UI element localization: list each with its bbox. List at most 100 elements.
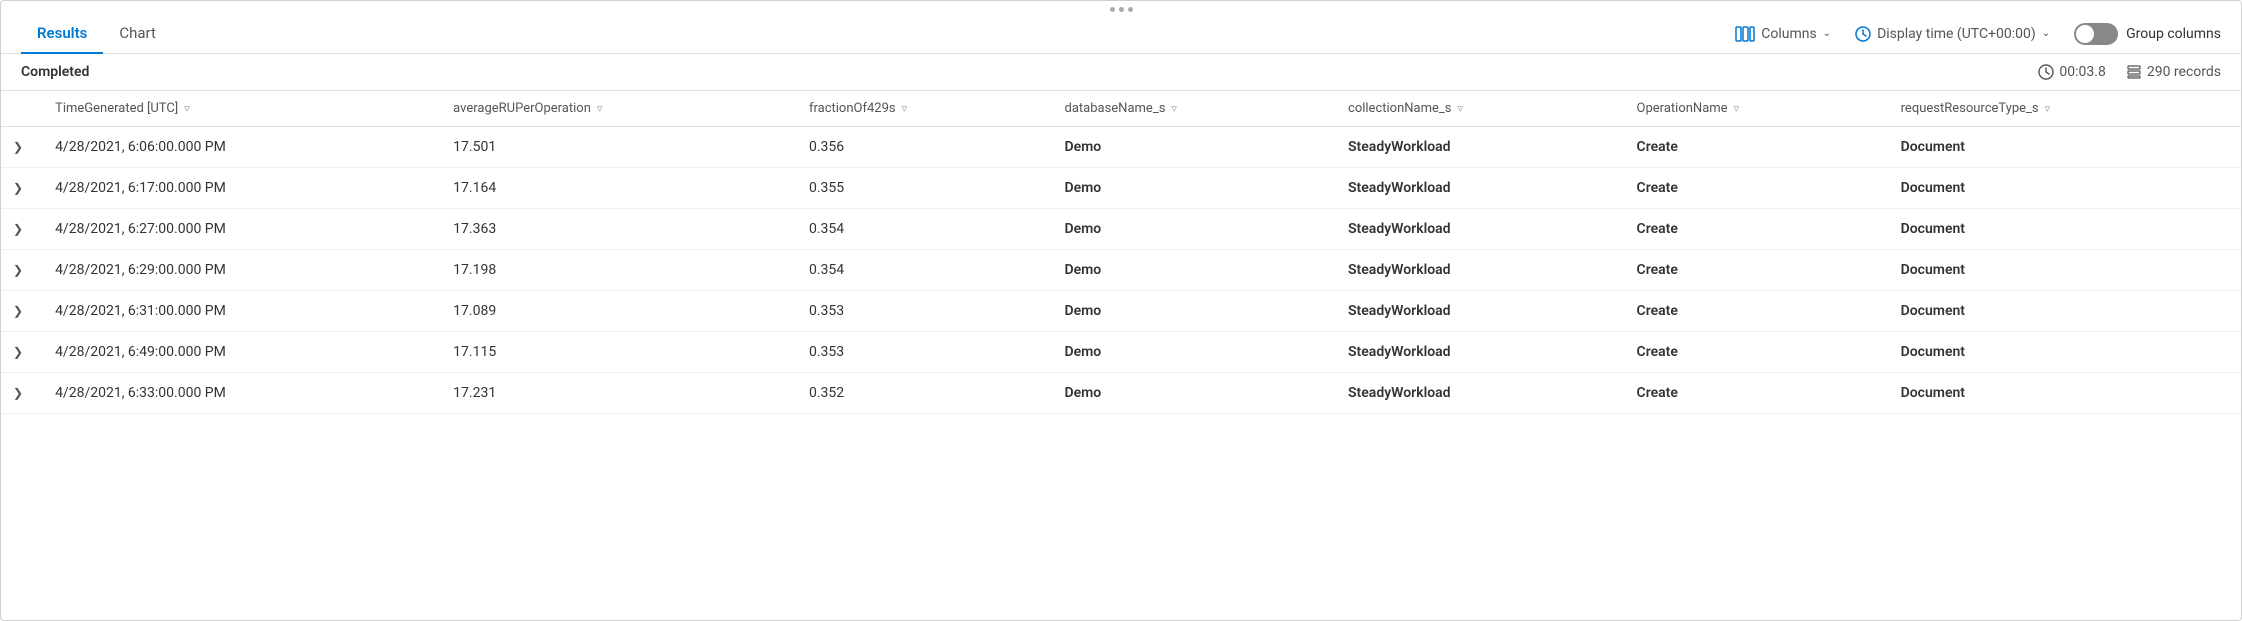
status-bar: Completed 00:03.8 290 records xyxy=(1,54,2241,91)
toolbar: Columns ⌄ Display time (UTC+00:00) ⌄ Gro… xyxy=(1735,23,2221,45)
cell-fractionof: 0.355 xyxy=(793,168,1049,209)
cell-requestresource: Document xyxy=(1885,291,2241,332)
clock-icon xyxy=(1855,26,1871,42)
cell-timegenerated: 4/28/2021, 6:29:00.000 PM xyxy=(39,250,437,291)
cell-operationname: Create xyxy=(1621,168,1885,209)
cell-requestresource: Document xyxy=(1885,332,2241,373)
table-row: ❯ 4/28/2021, 6:33:00.000 PM17.2310.352Dem… xyxy=(1,373,2241,414)
group-columns-label: Group columns xyxy=(2126,26,2221,42)
cell-requestresource: Document xyxy=(1885,250,2241,291)
expand-button[interactable]: ❯ xyxy=(13,386,23,400)
expand-button[interactable]: ❯ xyxy=(13,304,23,318)
table-row: ❯ 4/28/2021, 6:49:00.000 PM17.1150.353Dem… xyxy=(1,332,2241,373)
tab-bar: Results Chart Columns ⌄ xyxy=(1,14,2241,54)
status-text: Completed xyxy=(21,64,2038,80)
col-requestresource: requestResourceType_s ▿ xyxy=(1885,91,2241,127)
expand-button[interactable]: ❯ xyxy=(13,181,23,195)
group-columns-toggle[interactable] xyxy=(2074,23,2118,45)
cell-databasename: Demo xyxy=(1048,332,1332,373)
cell-collectionname: SteadyWorkload xyxy=(1332,209,1621,250)
expand-button[interactable]: ❯ xyxy=(13,263,23,277)
cell-operationname: Create xyxy=(1621,127,1885,168)
expand-button[interactable]: ❯ xyxy=(13,140,23,154)
col-timegenerated: TimeGenerated [UTC] ▿ xyxy=(39,91,437,127)
cell-databasename: Demo xyxy=(1048,373,1332,414)
table-container: TimeGenerated [UTC] ▿ averageRUPerOperat… xyxy=(1,91,2241,620)
tab-chart[interactable]: Chart xyxy=(103,14,172,54)
display-time-button[interactable]: Display time (UTC+00:00) ⌄ xyxy=(1855,26,2050,42)
filter-averageru-icon[interactable]: ▿ xyxy=(597,102,603,115)
cell-requestresource: Document xyxy=(1885,127,2241,168)
col-operationname: OperationName ▿ xyxy=(1621,91,1885,127)
col-databasename: databaseName_s ▿ xyxy=(1048,91,1332,127)
cell-operationname: Create xyxy=(1621,250,1885,291)
cell-averageru: 17.115 xyxy=(437,332,793,373)
table-row: ❯4/28/2021, 6:27:00.000 PM17.3630.354Dem… xyxy=(1,209,2241,250)
cell-fractionof: 0.353 xyxy=(793,332,1049,373)
cell-collectionname: SteadyWorkload xyxy=(1332,291,1621,332)
table-row: ❯4/28/2021, 6:17:00.000 PM17.1640.355Dem… xyxy=(1,168,2241,209)
cell-averageru: 17.363 xyxy=(437,209,793,250)
dot-1 xyxy=(1110,7,1115,12)
cell-timegenerated: 4/28/2021, 6:17:00.000 PM xyxy=(39,168,437,209)
table-body: ❯4/28/2021, 6:06:00.000 PM17.5010.356Dem… xyxy=(1,127,2241,414)
cell-fractionof: 0.353 xyxy=(793,291,1049,332)
tab-results[interactable]: Results xyxy=(21,14,103,54)
expand-button[interactable]: ❯ xyxy=(13,345,23,359)
timer-icon xyxy=(2038,64,2054,80)
cell-operationname: Create xyxy=(1621,332,1885,373)
cell-collectionname: SteadyWorkload xyxy=(1332,127,1621,168)
columns-button[interactable]: Columns ⌄ xyxy=(1735,26,1831,42)
cell-collectionname: SteadyWorkload xyxy=(1332,250,1621,291)
col-collectionname: collectionName_s ▿ xyxy=(1332,91,1621,127)
cell-timegenerated: 4/28/2021, 6:33:00.000 PM xyxy=(39,373,437,414)
filter-collectionname-icon[interactable]: ▿ xyxy=(1457,102,1463,115)
cell-operationname: Create xyxy=(1621,209,1885,250)
dot-2 xyxy=(1119,7,1124,12)
table-row: ❯4/28/2021, 6:31:00.000 PM17.0890.353Dem… xyxy=(1,291,2241,332)
cell-operationname: Create xyxy=(1621,373,1885,414)
cell-databasename: Demo xyxy=(1048,250,1332,291)
top-dots xyxy=(1,1,2241,14)
dot-3 xyxy=(1128,7,1133,12)
expand-button[interactable]: ❯ xyxy=(13,222,23,236)
status-meta: 00:03.8 290 records xyxy=(2038,64,2221,80)
filter-timegenerated-icon[interactable]: ▿ xyxy=(184,102,190,115)
display-time-chevron: ⌄ xyxy=(2042,28,2050,39)
cell-timegenerated: 4/28/2021, 6:31:00.000 PM xyxy=(39,291,437,332)
cell-databasename: Demo xyxy=(1048,168,1332,209)
cell-fractionof: 0.356 xyxy=(793,127,1049,168)
duration-value: 00:03.8 xyxy=(2059,64,2105,80)
filter-fractionof-icon[interactable]: ▿ xyxy=(902,102,908,115)
cell-averageru: 17.198 xyxy=(437,250,793,291)
records-value: 290 records xyxy=(2147,64,2221,80)
cell-collectionname: SteadyWorkload xyxy=(1332,168,1621,209)
records-meta: 290 records xyxy=(2126,64,2221,80)
cell-requestresource: Document xyxy=(1885,168,2241,209)
results-table: TimeGenerated [UTC] ▿ averageRUPerOperat… xyxy=(1,91,2241,414)
cell-timegenerated: 4/28/2021, 6:27:00.000 PM xyxy=(39,209,437,250)
table-header-row: TimeGenerated [UTC] ▿ averageRUPerOperat… xyxy=(1,91,2241,127)
duration-meta: 00:03.8 xyxy=(2038,64,2105,80)
cell-timegenerated: 4/28/2021, 6:49:00.000 PM xyxy=(39,332,437,373)
filter-databasename-icon[interactable]: ▿ xyxy=(1171,102,1177,115)
main-container: Results Chart Columns ⌄ xyxy=(0,0,2242,621)
cell-databasename: Demo xyxy=(1048,209,1332,250)
cell-averageru: 17.089 xyxy=(437,291,793,332)
col-fractionof: fractionOf429s ▿ xyxy=(793,91,1049,127)
cell-averageru: 17.231 xyxy=(437,373,793,414)
table-row: ❯ 4/28/2021, 6:29:00.000 PM17.1980.354Dem… xyxy=(1,250,2241,291)
cell-fractionof: 0.354 xyxy=(793,250,1049,291)
filter-requestresource-icon[interactable]: ▿ xyxy=(2045,102,2051,115)
cell-databasename: Demo xyxy=(1048,127,1332,168)
cell-averageru: 17.501 xyxy=(437,127,793,168)
cell-requestresource: Document xyxy=(1885,209,2241,250)
col-expand xyxy=(1,91,39,127)
cell-operationname: Create xyxy=(1621,291,1885,332)
columns-icon xyxy=(1735,26,1755,42)
group-columns-toggle-container: Group columns xyxy=(2074,23,2221,45)
records-icon xyxy=(2126,64,2142,80)
cell-fractionof: 0.352 xyxy=(793,373,1049,414)
filter-operationname-icon[interactable]: ▿ xyxy=(1734,102,1740,115)
cell-collectionname: SteadyWorkload xyxy=(1332,332,1621,373)
